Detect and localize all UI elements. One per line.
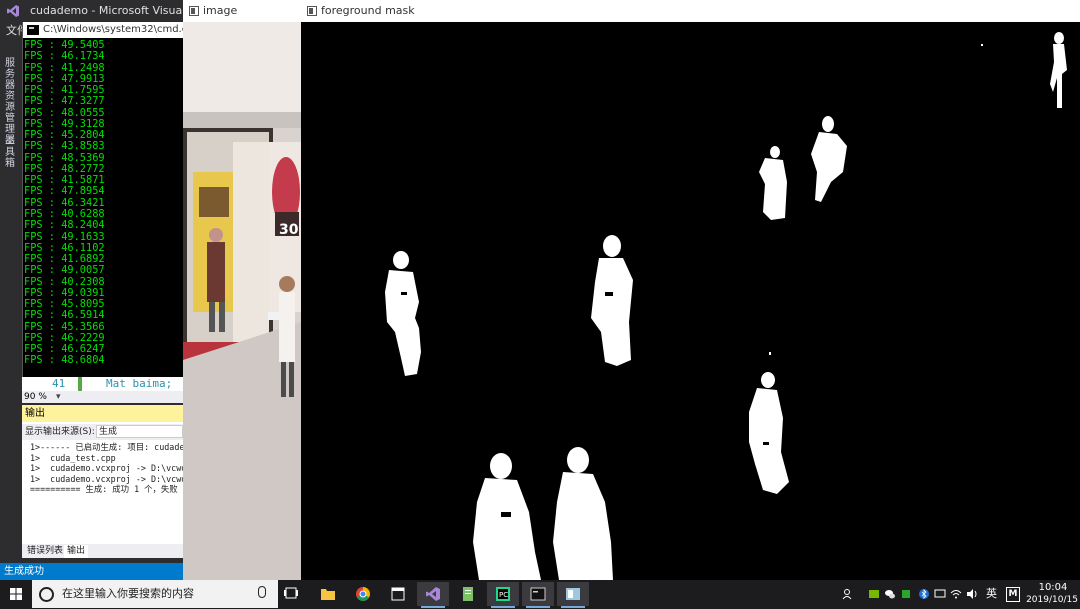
foreground-mask-image <box>301 22 1080 580</box>
zoom-level[interactable]: 90 % <box>24 391 47 403</box>
mask-title-bar[interactable]: foreground mask <box>301 0 1080 23</box>
build-output-line: 1> cuda_test.cpp <box>30 452 116 463</box>
fps-line: FPS : 48.6804 <box>24 354 105 367</box>
file-explorer-app[interactable] <box>312 582 344 606</box>
fps-line: FPS : 47.3277 <box>24 95 105 108</box>
window-icon <box>566 588 580 600</box>
windows-taskbar: 在这里输入你要搜索的内容 PC 英 M 10:04 2019/10/15 <box>0 580 1080 608</box>
fps-output-list: FPS : 49.5405 FPS : 46.1734 FPS : 41.2498 F… <box>24 39 182 367</box>
fps-line: FPS : 43.8583 <box>24 140 105 153</box>
output-source-select[interactable]: 生成 <box>96 425 183 438</box>
code-line[interactable]: Mat baima; <box>106 377 172 390</box>
build-output-line: ========== 生成: 成功 1 个，失败 0 个 <box>30 484 183 495</box>
folder-icon <box>321 589 335 600</box>
build-output-line: 1> cudademo.vcxproj -> D:\vcworkspaces\c… <box>30 473 183 484</box>
system-tray: 英 M 10:04 2019/10/15 <box>838 580 1080 608</box>
image-title-bar[interactable]: image <box>183 0 301 23</box>
output-title: 输出 <box>25 408 45 419</box>
window-icon <box>189 6 199 16</box>
fps-line: FPS : 46.1734 <box>24 50 105 63</box>
console-icon <box>27 25 39 35</box>
ime-mode-icon[interactable]: M <box>1006 587 1020 602</box>
task-view-icon[interactable] <box>284 587 298 599</box>
search-placeholder: 在这里输入你要搜索的内容 <box>62 587 194 600</box>
mask-title: foreground mask <box>321 4 415 17</box>
tab-output[interactable]: 输出 <box>64 545 89 558</box>
editor-zoom-bar: 90 % ▾ <box>22 391 183 403</box>
vs-left-toolbar: 服务器资源管理器 工具箱 <box>0 40 22 580</box>
build-output-log: 1>------ 已启动生成: 项目: cudademo, 配置: Releas… <box>30 442 183 495</box>
svg-text:30: 30 <box>279 222 299 238</box>
foreground-mask-window: foreground mask <box>301 0 1080 580</box>
notepad-icon <box>463 587 473 601</box>
status-text: 生成成功 <box>4 566 44 577</box>
vs-status-bar: 生成成功 <box>0 563 183 580</box>
fps-line: FPS : 49.0057 <box>24 264 105 277</box>
calendar-app[interactable] <box>382 582 414 606</box>
chrome-app[interactable] <box>347 582 379 606</box>
cmd-window: C:\Windows\system32\cmd.exe FPS : 49.540… <box>22 22 199 377</box>
cmd-title-bar[interactable]: C:\Windows\system32\cmd.exe <box>23 22 199 38</box>
visual-studio-window: cudademo - Microsoft Visual Studio(管理 文件… <box>0 0 250 580</box>
visual-studio-icon <box>7 5 19 17</box>
calendar-icon <box>391 587 405 601</box>
change-marker <box>78 377 82 391</box>
window-icon <box>307 6 317 16</box>
fps-line: FPS : 46.5914 <box>24 309 105 322</box>
wifi-icon[interactable] <box>950 588 962 600</box>
image-viewer-app[interactable] <box>557 582 589 608</box>
image-window: image 30 <box>183 0 301 580</box>
bluetooth-icon[interactable] <box>918 588 930 600</box>
image-title: image <box>203 4 238 17</box>
microphone-icon[interactable] <box>258 586 266 598</box>
nvidia-icon[interactable] <box>868 588 880 600</box>
toolbox-tab[interactable]: 工具箱 <box>5 136 17 169</box>
output-source-label: 显示输出来源(S): <box>25 427 95 437</box>
tray-app-icon[interactable] <box>900 588 912 600</box>
cmd-title: C:\Windows\system32\cmd.exe <box>43 24 200 35</box>
pycharm-icon: PC <box>496 587 510 601</box>
ime-language[interactable]: 英 <box>986 580 997 608</box>
server-explorer-tab[interactable]: 服务器资源管理器 <box>5 58 17 146</box>
fps-line: FPS : 48.2404 <box>24 219 105 232</box>
clock-time[interactable]: 10:04 <box>1033 582 1073 593</box>
output-tab-strip: 错误列表 输出 <box>22 544 183 558</box>
build-output-line: 1>------ 已启动生成: 项目: cudademo, 配置: Releas… <box>30 442 183 452</box>
tab-error-list[interactable]: 错误列表 <box>24 545 66 558</box>
cmd-app[interactable] <box>522 582 554 608</box>
vs-title-bar[interactable]: cudademo - Microsoft Visual Studio(管理 <box>0 0 250 22</box>
taskbar-search-box[interactable]: 在这里输入你要搜索的内容 <box>32 580 278 608</box>
cortana-icon <box>39 587 54 602</box>
camera-frame-image: 30 <box>183 22 301 580</box>
windows-start-icon[interactable] <box>0 580 32 608</box>
output-source-row: 显示输出来源(S): 生成 <box>22 424 183 440</box>
output-panel: 输出 显示输出来源(S): 生成 1>------ 已启动生成: 项目: cud… <box>22 405 183 558</box>
wechat-icon[interactable] <box>884 588 896 600</box>
visual-studio-app[interactable] <box>417 582 449 608</box>
screen-icon[interactable] <box>934 588 946 600</box>
chevron-down-icon[interactable]: ▾ <box>56 391 61 403</box>
people-icon[interactable] <box>842 588 854 600</box>
chrome-icon <box>356 587 370 601</box>
console-icon <box>530 587 546 601</box>
line-number: 41 <box>52 377 66 390</box>
notepad-app[interactable] <box>452 582 484 606</box>
volume-icon[interactable] <box>966 588 978 600</box>
code-editor-strip[interactable]: 41 Mat baima; <box>22 377 183 391</box>
output-panel-header: 输出 <box>22 405 183 422</box>
clock-date[interactable]: 2019/10/15 <box>1024 595 1080 605</box>
svg-text:PC: PC <box>499 591 508 599</box>
visual-studio-icon <box>426 587 440 601</box>
build-output-line: 1> cudademo.vcxproj -> D:\vcworkspaces\c… <box>30 463 183 474</box>
pycharm-app[interactable]: PC <box>487 582 519 608</box>
